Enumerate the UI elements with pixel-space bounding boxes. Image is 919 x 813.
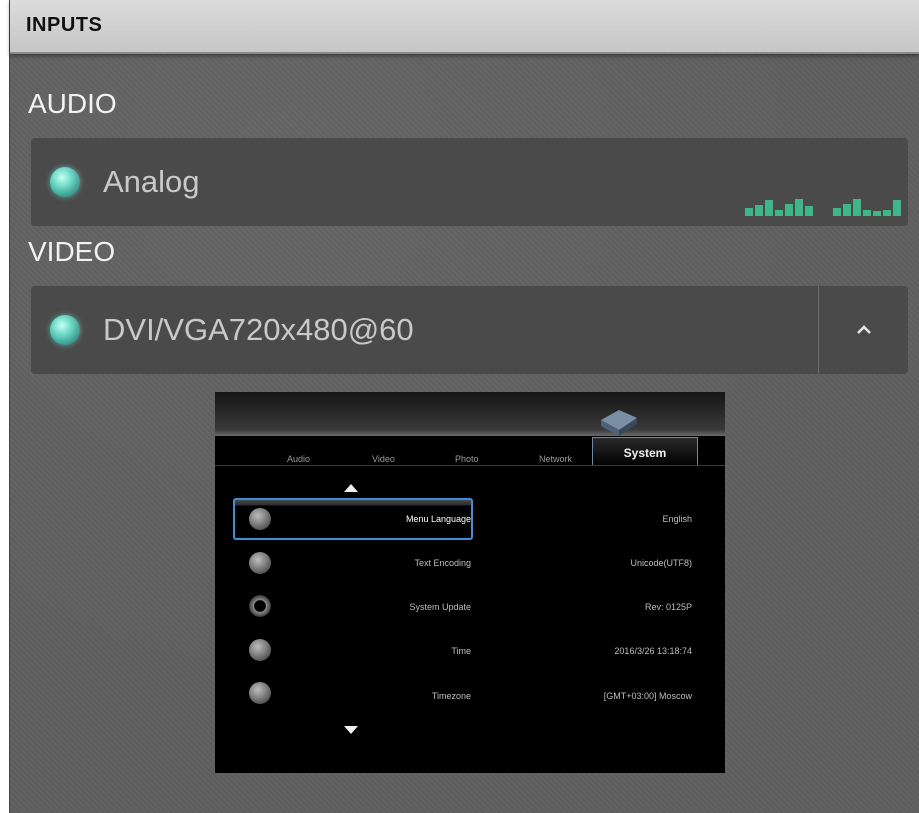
system-settings-icon: [601, 410, 637, 436]
preview-tab-network: Network: [539, 454, 573, 464]
meter-bar: [785, 204, 793, 216]
meter-bar: [775, 210, 783, 216]
clock-icon: [249, 639, 271, 661]
preview-top-band: [215, 392, 725, 436]
inputs-panel: INPUTS AUDIO Analog VIDEO DVI/VGA720x480…: [9, 0, 919, 813]
audio-section-title: AUDIO: [28, 88, 117, 119]
text-encoding-icon: [249, 552, 271, 574]
video-section-title: VIDEO: [28, 236, 116, 267]
meter-bar: [873, 211, 881, 216]
preview-tab-video: Video: [372, 454, 395, 464]
meter-bar: [805, 206, 813, 216]
collapse-preview-button[interactable]: [819, 286, 908, 374]
chevron-up-icon: [856, 325, 871, 334]
preview-item-value: English: [662, 514, 692, 524]
meter-bar: [893, 200, 901, 216]
meter-bar: [745, 208, 753, 216]
audio-source-label: Analog: [103, 164, 200, 199]
video-preview: Audio Video Photo Network System Menu La…: [215, 392, 725, 773]
scroll-up-arrow-icon: [344, 484, 358, 492]
preview-item-label: Timezone: [431, 691, 471, 701]
preview-item-value: [GMT+03:00] Moscow: [603, 691, 692, 701]
preview-tab-photo: Photo: [455, 454, 479, 464]
video-source-label: DVI/VGA720x480@60: [103, 312, 414, 347]
preview-item-label: Text Encoding: [414, 558, 471, 568]
preview-item-value: Rev: 0125P: [644, 602, 692, 612]
video-status-led-icon: [50, 315, 80, 345]
meter-bar: [863, 210, 871, 216]
scroll-down-arrow-icon: [344, 726, 358, 734]
panel-title: INPUTS: [26, 14, 103, 36]
preview-item-label: Time: [451, 646, 471, 656]
preview-item-value: Unicode(UTF8): [630, 558, 692, 568]
meter-bar: [883, 210, 891, 216]
meter-bar: [833, 208, 841, 216]
preview-tab-system: System: [592, 437, 698, 466]
video-input-row[interactable]: DVI/VGA720x480@60: [31, 286, 908, 374]
preview-item-label: System Update: [409, 602, 471, 612]
preview-tab-audio: Audio: [287, 454, 311, 464]
globe-icon: [249, 682, 271, 704]
preview-tab-underline: [215, 465, 725, 466]
audio-input-row[interactable]: Analog: [31, 138, 908, 226]
meter-bar: [755, 205, 763, 216]
audio-level-meter-left: [745, 196, 813, 216]
audio-level-meter-right: [833, 196, 901, 216]
meter-bar: [853, 199, 861, 216]
refresh-icon: [249, 595, 271, 617]
preview-item-value: 2016/3/26 13:18:74: [614, 646, 692, 656]
meter-bar: [843, 204, 851, 216]
meter-bar: [765, 200, 773, 216]
preview-item-label: Menu Language: [405, 514, 471, 524]
meter-bar: [795, 199, 803, 216]
preview-tab-system-label: System: [623, 446, 667, 460]
language-icon: [249, 508, 271, 530]
panel-header: INPUTS: [10, 0, 919, 54]
audio-status-led-icon: [50, 167, 80, 197]
